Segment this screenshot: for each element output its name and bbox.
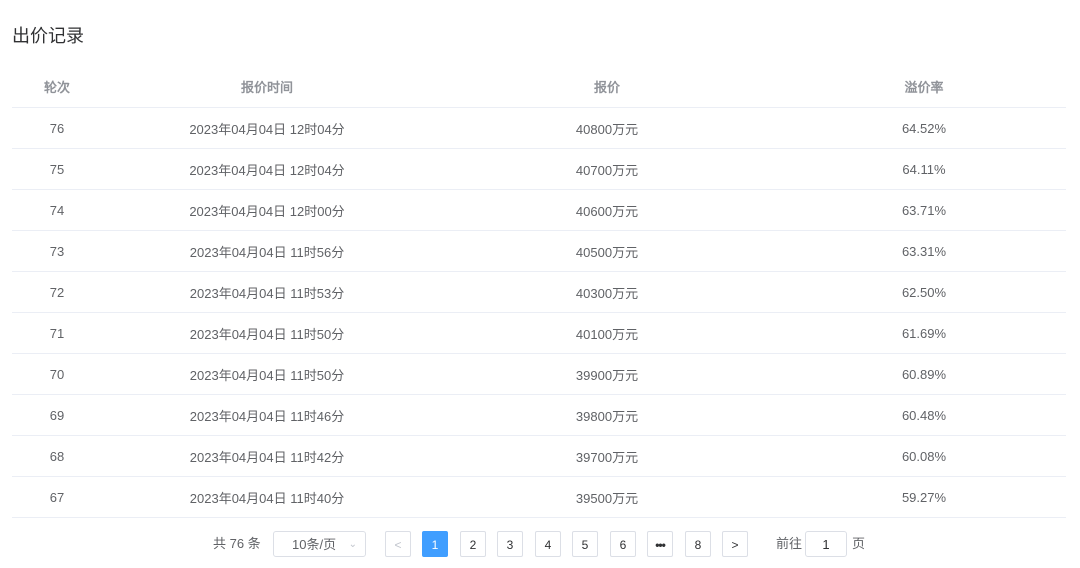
page-button-2[interactable]: 2 <box>460 531 486 557</box>
cell-premium: 59.27% <box>782 476 1066 518</box>
page-button-4[interactable]: 4 <box>535 531 561 557</box>
cell-price: 39700万元 <box>432 435 782 477</box>
chevron-left-icon: < <box>394 538 402 552</box>
header-round[interactable]: 轮次 <box>12 66 102 108</box>
more-pages-button[interactable]: ••• <box>647 531 673 557</box>
cell-time: 2023年04月04日 11时40分 <box>102 476 432 518</box>
cell-round: 75 <box>12 148 102 190</box>
chevron-down-icon: ⌄ <box>348 539 357 550</box>
cell-round: 70 <box>12 353 102 395</box>
cell-price: 39900万元 <box>432 353 782 395</box>
cell-price: 40100万元 <box>432 312 782 354</box>
table-row: 71 2023年04月04日 11时50分 40100万元 61.69% <box>12 312 1066 354</box>
page-size-value: 10条/页 <box>292 537 337 552</box>
cell-time: 2023年04月04日 11时56分 <box>102 230 432 272</box>
table-header-row: 轮次 报价时间 报价 溢价率 <box>12 66 1066 108</box>
cell-time: 2023年04月04日 11时50分 <box>102 312 432 354</box>
table-row: 73 2023年04月04日 11时56分 40500万元 63.31% <box>12 230 1066 272</box>
next-page-button[interactable]: > <box>722 531 748 557</box>
cell-round: 67 <box>12 476 102 518</box>
cell-round: 73 <box>12 230 102 272</box>
cell-round: 71 <box>12 312 102 354</box>
table-row: 76 2023年04月04日 12时04分 40800万元 64.52% <box>12 107 1066 149</box>
page-button-5[interactable]: 5 <box>572 531 598 557</box>
cell-round: 69 <box>12 394 102 436</box>
cell-round: 76 <box>12 107 102 149</box>
cell-price: 39800万元 <box>432 394 782 436</box>
cell-time: 2023年04月04日 12时04分 <box>102 107 432 149</box>
cell-price: 40300万元 <box>432 271 782 313</box>
table-row: 70 2023年04月04日 11时50分 39900万元 60.89% <box>12 353 1066 395</box>
page-size-select[interactable]: 10条/页 ⌄ <box>273 531 366 557</box>
cell-premium: 60.89% <box>782 353 1066 395</box>
pagination: 共 76 条 10条/页 ⌄ < 1 2 3 4 5 6 ••• 8 > 前往 … <box>0 531 1080 557</box>
table-row: 69 2023年04月04日 11时46分 39800万元 60.48% <box>12 394 1066 436</box>
goto-unit: 页 <box>852 536 866 551</box>
prev-page-button[interactable]: < <box>385 531 411 557</box>
table-row: 68 2023年04月04日 11时42分 39700万元 60.08% <box>12 435 1066 477</box>
page-title: 出价记录 <box>12 26 84 47</box>
table-row: 75 2023年04月04日 12时04分 40700万元 64.11% <box>12 148 1066 190</box>
cell-time: 2023年04月04日 12时04分 <box>102 148 432 190</box>
goto-page-input[interactable]: 1 <box>805 531 847 557</box>
cell-premium: 62.50% <box>782 271 1066 313</box>
cell-price: 40700万元 <box>432 148 782 190</box>
table-row: 74 2023年04月04日 12时00分 40600万元 63.71% <box>12 189 1066 231</box>
cell-time: 2023年04月04日 11时50分 <box>102 353 432 395</box>
pagination-total: 共 76 条 <box>213 536 261 551</box>
cell-premium: 60.08% <box>782 435 1066 477</box>
cell-time: 2023年04月04日 11时42分 <box>102 435 432 477</box>
cell-round: 72 <box>12 271 102 313</box>
header-time[interactable]: 报价时间 <box>102 66 432 108</box>
cell-premium: 64.11% <box>782 148 1066 190</box>
cell-price: 40800万元 <box>432 107 782 149</box>
page-button-1[interactable]: 1 <box>422 531 448 557</box>
goto-label: 前往 <box>776 536 803 551</box>
table-row: 72 2023年04月04日 11时53分 40300万元 62.50% <box>12 271 1066 313</box>
page-button-3[interactable]: 3 <box>497 531 523 557</box>
cell-premium: 61.69% <box>782 312 1066 354</box>
cell-price: 40600万元 <box>432 189 782 231</box>
cell-time: 2023年04月04日 11时53分 <box>102 271 432 313</box>
bid-records-table: 轮次 报价时间 报价 溢价率 76 2023年04月04日 12时04分 408… <box>12 66 1066 518</box>
cell-price: 40500万元 <box>432 230 782 272</box>
cell-round: 74 <box>12 189 102 231</box>
cell-time: 2023年04月04日 12时00分 <box>102 189 432 231</box>
cell-round: 68 <box>12 435 102 477</box>
header-premium[interactable]: 溢价率 <box>782 66 1066 108</box>
header-price[interactable]: 报价 <box>432 66 782 108</box>
table-row: 67 2023年04月04日 11时40分 39500万元 59.27% <box>12 476 1066 518</box>
cell-premium: 63.31% <box>782 230 1066 272</box>
page-button-8[interactable]: 8 <box>685 531 711 557</box>
page-button-6[interactable]: 6 <box>610 531 636 557</box>
cell-premium: 60.48% <box>782 394 1066 436</box>
cell-premium: 64.52% <box>782 107 1066 149</box>
cell-price: 39500万元 <box>432 476 782 518</box>
cell-time: 2023年04月04日 11时46分 <box>102 394 432 436</box>
chevron-right-icon: > <box>731 538 739 552</box>
cell-premium: 63.71% <box>782 189 1066 231</box>
